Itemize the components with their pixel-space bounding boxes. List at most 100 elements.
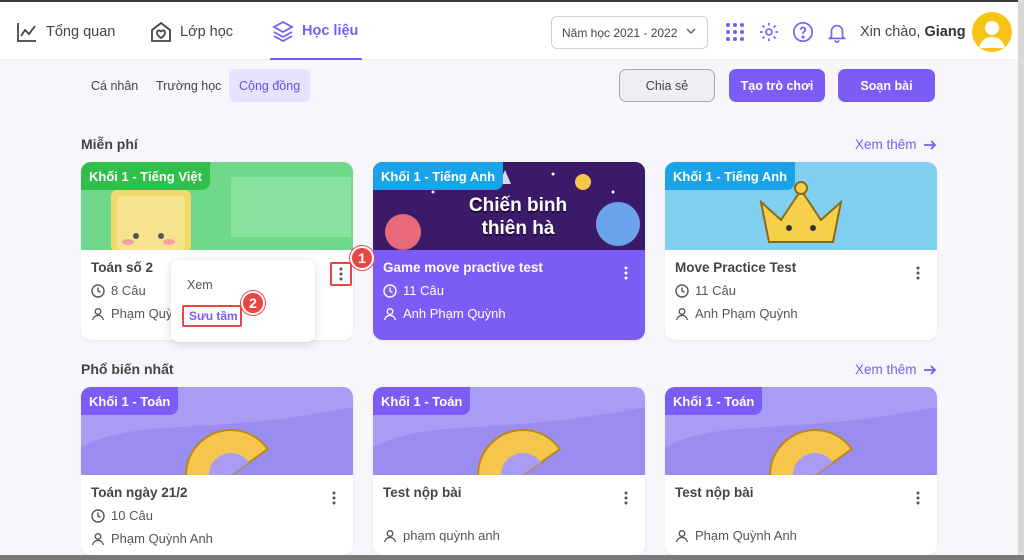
apps-grid-icon[interactable] (723, 20, 747, 44)
author-text: Anh Phạm Quỳnh (695, 306, 798, 321)
user-icon (675, 307, 689, 320)
material-card[interactable]: Khối 1 - Toán Toán ngày 21/2 10 Câu Phạm… (81, 387, 353, 555)
clock-icon (383, 283, 397, 298)
grade-tag: Khối 1 - Tiếng Anh (665, 162, 796, 190)
question-count-text: 8 Câu (111, 283, 146, 298)
card-author: Phạm Quỳnh Anh (675, 528, 927, 543)
create-game-button[interactable]: Tạo trò chơi (729, 69, 825, 102)
banner-line2: thiên hà (481, 218, 555, 239)
card-author: Anh Phạm Quỳnh (383, 306, 635, 321)
arrow-right-icon (923, 364, 936, 375)
material-card[interactable]: Khối 1 - Toán Test nộp bài Phạm Quỳnh An… (665, 387, 937, 555)
see-more-popular-link[interactable]: Xem thêm (855, 362, 937, 377)
card-thumbnail: Khối 1 - Tiếng Anh (665, 162, 937, 250)
card-thumbnail: Khối 1 - Tiếng Anh Chiến binh thiên hà (373, 162, 645, 250)
grade-tag: Khối 1 - Tiếng Việt (81, 162, 210, 190)
question-count-text: 11 Câu (403, 283, 444, 298)
grade-tag: Khối 1 - Toán (665, 387, 763, 415)
heart-house-icon (148, 19, 174, 45)
menu-item-collect[interactable]: Sưu tầm (182, 305, 242, 327)
more-options-icon[interactable] (619, 264, 633, 282)
author-text: Phạm Quỳnh Anh (111, 531, 213, 546)
question-count-text: 11 Câu (695, 283, 736, 298)
nav-materials-label: Học liệu (302, 23, 359, 39)
share-button[interactable]: Chia sẻ (619, 69, 715, 102)
see-more-label: Xem thêm (855, 137, 917, 152)
gear-icon[interactable] (757, 20, 781, 44)
card-thumbnail: Khối 1 - Toán (665, 387, 937, 475)
card-question-count: 10 Câu (91, 508, 343, 523)
more-options-icon[interactable] (911, 264, 925, 282)
chevron-down-icon (685, 25, 697, 40)
card-title: Toán ngày 21/2 (91, 485, 188, 500)
greeting: Xin chào, Giang (860, 24, 966, 40)
card-question-count: 11 Câu (383, 283, 635, 298)
nav-overview-label: Tổng quan (46, 24, 116, 40)
card-body: Move Practice Test 11 Câu Anh Phạm Quỳnh (665, 250, 937, 340)
banner-title: Chiến binh thiên hà (443, 194, 593, 240)
nav-classes[interactable]: Lớp học (148, 4, 233, 60)
card-body: Test nộp bài phạm quỳnh anh (373, 475, 645, 555)
card-author: phạm quỳnh anh (383, 528, 635, 543)
card-title: Test nộp bài (383, 485, 462, 500)
card-thumbnail: Khối 1 - Toán (81, 387, 353, 475)
author-text: Anh Phạm Quỳnh (403, 306, 506, 321)
more-options-icon[interactable] (330, 262, 352, 286)
compose-lesson-button[interactable]: Soạn bài (838, 69, 935, 102)
clock-icon (91, 508, 105, 523)
subtab-personal[interactable]: Cá nhân (81, 69, 148, 102)
see-more-free-link[interactable]: Xem thêm (855, 137, 937, 152)
more-options-icon[interactable] (619, 489, 633, 507)
top-navbar: Tổng quan Lớp học Học liệu Năm học 2021 … (0, 0, 1024, 60)
card-body: Toán ngày 21/2 10 Câu Phạm Quỳnh Anh (81, 475, 353, 555)
layers-icon (270, 18, 296, 44)
card-question-count: 11 Câu (675, 283, 927, 298)
material-card[interactable]: Khối 1 - Tiếng Anh Chiến binh thiên hà G… (373, 162, 645, 340)
user-icon (383, 529, 397, 542)
scrollbar[interactable] (1018, 0, 1024, 560)
greeting-text: Xin chào, (860, 24, 921, 40)
bell-icon[interactable] (825, 20, 849, 44)
school-year-value: Năm học 2021 - 2022 (562, 25, 678, 40)
card-thumbnail: Khối 1 - Tiếng Việt (81, 162, 353, 250)
card-title: Move Practice Test (675, 260, 797, 275)
step-marker: 2 (241, 291, 265, 315)
clock-icon (675, 283, 689, 298)
help-icon[interactable] (791, 20, 815, 44)
material-card[interactable]: Khối 1 - Tiếng Anh Move Practice Test 11… (665, 162, 937, 340)
clock-icon (91, 283, 105, 298)
card-title: Test nộp bài (675, 485, 754, 500)
user-name: Giang (924, 24, 966, 40)
card-author: Phạm Quỳnh Anh (91, 531, 343, 546)
user-icon (383, 307, 397, 320)
nav-overview[interactable]: Tổng quan (14, 4, 115, 60)
chart-icon (14, 19, 40, 45)
card-author: Anh Phạm Quỳnh (675, 306, 927, 321)
card-body: Game move practive test 11 Câu Anh Phạm … (373, 250, 645, 340)
grade-tag: Khối 1 - Toán (373, 387, 471, 415)
subtab-school[interactable]: Trường học (146, 69, 231, 102)
menu-item-view[interactable]: Xem (187, 278, 213, 292)
nav-classes-label: Lớp học (180, 24, 234, 40)
question-count-text: 10 Câu (111, 508, 153, 523)
section-popular-title: Phổ biến nhất (81, 361, 174, 377)
more-options-icon[interactable] (327, 489, 341, 507)
nav-materials[interactable]: Học liệu (270, 4, 362, 60)
card-thumbnail: Khối 1 - Toán (373, 387, 645, 475)
author-text: Phạm Quỳnh Anh (695, 528, 797, 543)
step-marker: 1 (350, 246, 374, 270)
see-more-label: Xem thêm (855, 362, 917, 377)
user-icon (91, 532, 105, 545)
banner-line1: Chiến binh (468, 195, 568, 216)
menu-item-collect-label: Sưu tầm (189, 309, 238, 323)
school-year-select[interactable]: Năm học 2021 - 2022 (551, 16, 708, 49)
section-free-title: Miễn phí (81, 136, 138, 152)
grade-tag: Khối 1 - Tiếng Anh (373, 162, 504, 190)
avatar[interactable] (972, 12, 1012, 52)
grade-tag: Khối 1 - Toán (81, 387, 179, 415)
subtab-community[interactable]: Cộng đồng (229, 69, 311, 102)
more-options-icon[interactable] (911, 489, 925, 507)
user-icon (675, 529, 689, 542)
material-card[interactable]: Khối 1 - Toán Test nộp bài phạm quỳnh an… (373, 387, 645, 555)
arrow-right-icon (923, 139, 936, 150)
